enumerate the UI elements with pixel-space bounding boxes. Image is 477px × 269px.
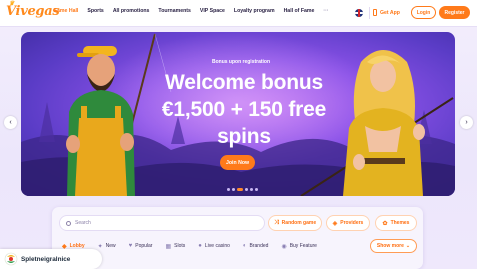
main-nav: Game Hall Sports All promotions Tourname… (53, 8, 329, 14)
random-game-button[interactable]: ⤨ Random game (268, 215, 322, 231)
carousel-dots (227, 188, 258, 191)
chevron-left-icon[interactable]: ‹ (4, 116, 17, 129)
watermark-text: Spletneigralnice (21, 255, 71, 263)
chevron-right-icon[interactable]: › (460, 116, 473, 129)
new-icon: ✦ (97, 243, 103, 250)
branded-icon: ◐ (242, 243, 247, 249)
nav-more-button[interactable]: ··· (323, 8, 328, 14)
headline-line-2: €1,500 + 150 free (161, 98, 327, 121)
register-button[interactable]: Register (439, 6, 470, 19)
nav-item-game-hall[interactable]: Game Hall (53, 8, 78, 14)
show-more-button[interactable]: Show more ⌄ (370, 239, 417, 253)
themes-label: Themes (390, 220, 410, 226)
nav-item-sports[interactable]: Sports (87, 8, 103, 14)
carousel-dot[interactable] (255, 188, 258, 191)
tab-new-label: New (105, 243, 116, 249)
headline-line-3: spins (217, 125, 271, 148)
search-icon (66, 220, 71, 226)
carousel-dot[interactable] (232, 188, 235, 191)
buy-feature-icon: ◉ (281, 243, 287, 250)
tab-new[interactable]: ✦ New (98, 240, 116, 252)
nav-item-vip-space[interactable]: VIP Space (200, 8, 225, 14)
promo-banner[interactable]: Bonus upon registration Welcome bonus €1… (21, 32, 455, 196)
provider-icon: ◈ (332, 220, 338, 227)
heart-icon: ♥ (128, 243, 133, 249)
tab-live-casino-label: Live casino (204, 243, 230, 249)
show-more-label: Show more (376, 243, 404, 249)
carousel-dot[interactable] (227, 188, 230, 191)
shuffle-icon: ⤨ (273, 219, 279, 226)
tab-buy-feature-label: Buy Feature (289, 243, 317, 249)
themes-button[interactable]: ✿ Themes (375, 215, 417, 231)
site-watermark[interactable]: Spletneigralnice (0, 249, 102, 269)
tab-slots-label: Slots (174, 243, 186, 249)
nav-item-all-promotions[interactable]: All promotions (113, 8, 150, 14)
tab-popular-label: Popular (135, 243, 153, 249)
slots-icon: ▦ (165, 243, 172, 250)
get-app-label: Get App (380, 9, 400, 16)
headline-line-1: Welcome bonus (164, 71, 324, 94)
nav-item-tournaments[interactable]: Tournaments (158, 8, 190, 14)
header-divider (369, 7, 370, 19)
tab-popular[interactable]: ♥ Popular (129, 240, 153, 252)
tab-branded-label: Branded (249, 243, 269, 249)
tab-slots[interactable]: ▦ Slots (165, 240, 185, 252)
search-field[interactable] (59, 215, 265, 231)
join-now-button[interactable]: Join Now (220, 155, 255, 170)
search-input[interactable] (75, 220, 255, 226)
providers-button[interactable]: ◈ Providers (326, 215, 370, 231)
crown-icon: ♛ (9, 0, 15, 7)
tab-branded[interactable]: ◐ Branded (243, 240, 269, 252)
watermark-logo-icon (4, 252, 18, 266)
category-tabs: ◆ Lobby ✦ New ♥ Popular ▦ Slots ● Live c… (62, 240, 330, 252)
banner-headline: Welcome bonus €1,500 + 150 free spins (139, 69, 349, 150)
tab-live-casino[interactable]: ● Live casino (198, 240, 230, 252)
providers-label: Providers (340, 220, 364, 226)
uk-flag-icon[interactable] (355, 9, 363, 17)
tab-buy-feature[interactable]: ◉ Buy Feature (281, 240, 317, 252)
random-game-label: Random game (281, 220, 317, 226)
live-icon: ● (198, 243, 202, 249)
carousel-dot[interactable] (245, 188, 248, 191)
palette-icon: ✿ (382, 220, 388, 227)
chevron-down-icon: ⌄ (405, 243, 411, 249)
get-app-link[interactable]: Get App (373, 9, 400, 16)
login-button[interactable]: Login (411, 6, 436, 19)
nav-item-hall-of-fame[interactable]: Hall of Fame (284, 8, 315, 14)
carousel-dot-active[interactable] (237, 188, 243, 191)
top-header: ♛ Vivegas Game Hall Sports All promotion… (0, 0, 477, 27)
carousel-dot[interactable] (250, 188, 253, 191)
nav-item-loyalty-program[interactable]: Loyalty program (234, 8, 275, 14)
brand-logo[interactable]: ♛ Vivegas (6, 0, 60, 19)
bonus-label: Bonus upon registration (211, 59, 271, 65)
phone-icon (373, 9, 377, 16)
